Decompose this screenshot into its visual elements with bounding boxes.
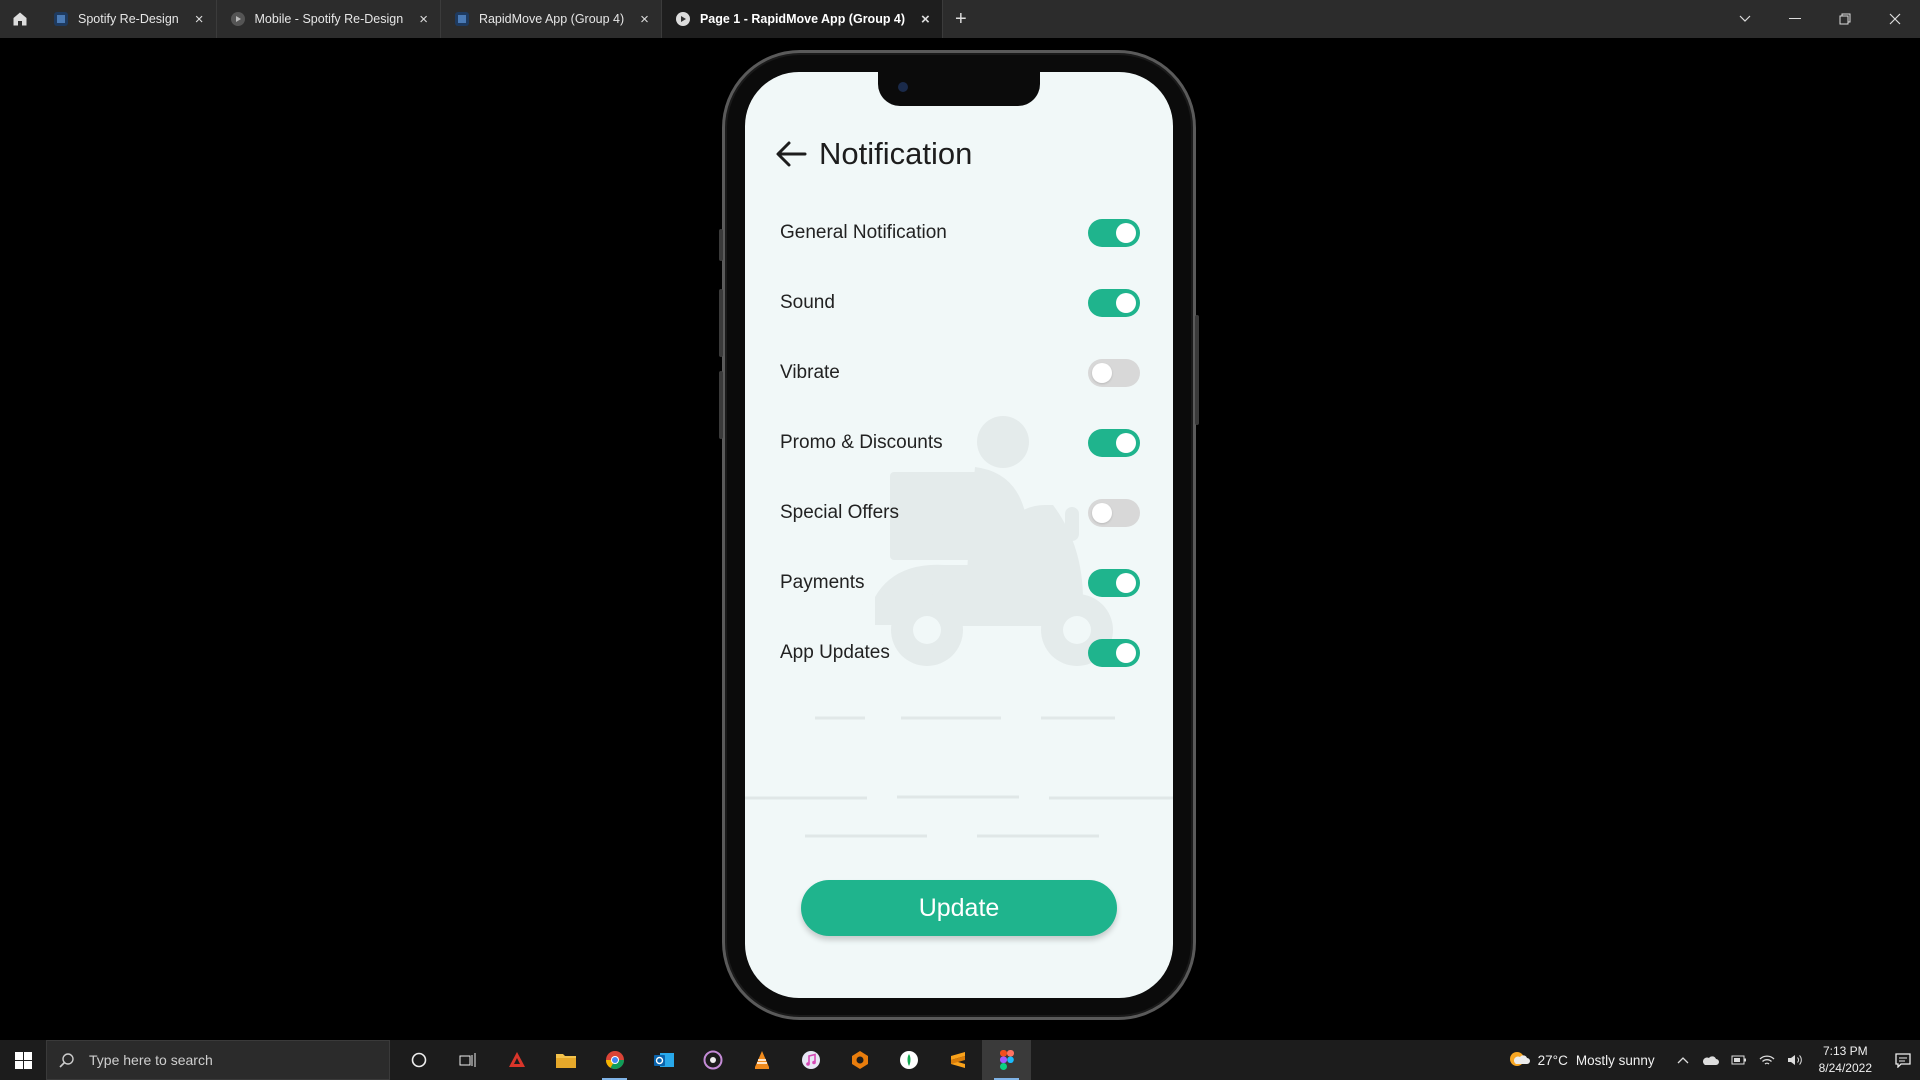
title-bar: Spotify Re-Design × Mobile - Spotify Re-… [0,0,1920,38]
tab-label: Mobile - Spotify Re-Design [254,12,404,26]
page-title: Notification [819,136,973,171]
tab-label: RapidMove App (Group 4) [478,12,625,26]
prototype-play-icon [230,12,245,26]
road-lines-decoration [745,795,1173,838]
side-button [1195,315,1199,425]
setting-row-payments: Payments [780,568,1140,598]
taskbar-search[interactable]: Type here to search [46,1040,390,1080]
setting-label: Promo & Discounts [780,432,943,453]
setting-label: Vibrate [780,362,840,383]
close-icon[interactable]: × [921,12,930,27]
close-window-icon[interactable] [1870,0,1920,38]
tab-mobile-spotify-redesign[interactable]: Mobile - Spotify Re-Design × [217,0,441,38]
promo-discounts-toggle[interactable] [1088,429,1140,457]
toggle-knob [1116,643,1136,663]
close-icon[interactable]: × [640,12,649,27]
tab-label: Spotify Re-Design [78,12,179,26]
sublime-text-icon[interactable] [933,1040,982,1080]
setting-label: General Notification [780,222,947,243]
windows-taskbar: Type here to search 27°C Mostly sunny 7:… [0,1040,1920,1080]
setting-label: Sound [780,292,835,313]
setting-label: Payments [780,572,865,593]
setting-row-promo-discounts: Promo & Discounts [780,428,1140,458]
front-camera [898,82,908,92]
cortana-icon[interactable] [394,1040,443,1080]
home-icon[interactable] [0,0,40,38]
chevron-down-icon[interactable] [1720,0,1770,38]
payments-toggle[interactable] [1088,569,1140,597]
tab-spotify-redesign[interactable]: Spotify Re-Design × [40,0,217,38]
itunes-icon[interactable] [786,1040,835,1080]
restore-icon[interactable] [1820,0,1870,38]
sound-toggle[interactable] [1088,289,1140,317]
clock-time: 7:13 PM [1822,1044,1868,1058]
toggle-knob [1116,573,1136,593]
setting-label: Special Offers [780,502,899,523]
vibrate-toggle[interactable] [1088,359,1140,387]
task-view-icon[interactable] [443,1040,492,1080]
close-icon[interactable]: × [419,12,428,27]
weather-widget[interactable]: 27°C Mostly sunny [1508,1050,1655,1070]
side-button [719,229,723,261]
app-updates-toggle[interactable] [1088,639,1140,667]
update-button[interactable]: Update [801,880,1117,936]
system-tray: 27°C Mostly sunny 7:13 PM 8/24/2022 [1508,1040,1920,1080]
minimize-icon[interactable] [1770,0,1820,38]
tab-label: Page 1 - RapidMove App (Group 4) [699,12,906,26]
setting-label: App Updates [780,642,890,663]
new-tab-button[interactable]: + [943,0,979,38]
toggle-knob [1116,293,1136,313]
file-explorer-icon[interactable] [541,1040,590,1080]
vlc-icon[interactable] [737,1040,786,1080]
windows-start-icon[interactable] [0,1040,46,1080]
phone-screen: Notification General Notification Sound … [745,72,1173,998]
setting-row-general-notification: General Notification [780,218,1140,248]
toggle-knob [1116,433,1136,453]
side-button [719,289,723,357]
figma-file-icon [54,12,68,26]
clock-date: 8/24/2022 [1818,1061,1872,1075]
taskbar-apps [394,1040,1031,1080]
prototype-play-icon [675,12,690,26]
chevron-up-icon[interactable] [1677,1056,1689,1064]
screen-header: Notification [775,136,972,172]
onedrive-cloud-icon[interactable] [1701,1054,1719,1066]
outlook-icon[interactable] [639,1040,688,1080]
mongodb-compass-icon[interactable] [884,1040,933,1080]
weather-description: Mostly sunny [1575,1052,1655,1068]
general-notification-toggle[interactable] [1088,219,1140,247]
search-placeholder: Type here to search [89,1052,213,1068]
blender-icon[interactable] [835,1040,884,1080]
search-icon [59,1053,74,1068]
side-button [719,371,723,439]
tab-rapidmove-app[interactable]: RapidMove App (Group 4) × [441,0,662,38]
partly-sunny-icon [1509,1052,1530,1066]
setting-row-sound: Sound [780,288,1140,318]
setting-row-app-updates: App Updates [780,638,1140,668]
setting-row-vibrate: Vibrate [780,358,1140,388]
taskbar-clock[interactable]: 7:13 PM 8/24/2022 [1819,1043,1872,1077]
toggle-knob [1092,503,1112,523]
setting-row-special-offers: Special Offers [780,498,1140,528]
notification-center-icon[interactable] [1886,1040,1920,1080]
toggle-knob [1092,363,1112,383]
adobe-acrobat-icon[interactable] [492,1040,541,1080]
volume-icon[interactable] [1787,1053,1803,1067]
special-offers-toggle[interactable] [1088,499,1140,527]
chrome-icon[interactable] [590,1040,639,1080]
battery-icon[interactable] [1731,1055,1747,1065]
figma-file-icon [454,12,469,26]
wifi-icon[interactable] [1759,1054,1775,1066]
phone-notch [878,72,1040,106]
window-controls [1720,0,1920,38]
weather-temperature: 27°C [1537,1052,1568,1068]
toggle-knob [1116,223,1136,243]
back-arrow-icon[interactable] [775,140,807,168]
tab-page-1-rapidmove[interactable]: Page 1 - RapidMove App (Group 4) × [661,0,943,38]
close-icon[interactable]: × [195,12,204,27]
figma-icon[interactable] [982,1040,1031,1080]
media-player-icon[interactable] [688,1040,737,1080]
